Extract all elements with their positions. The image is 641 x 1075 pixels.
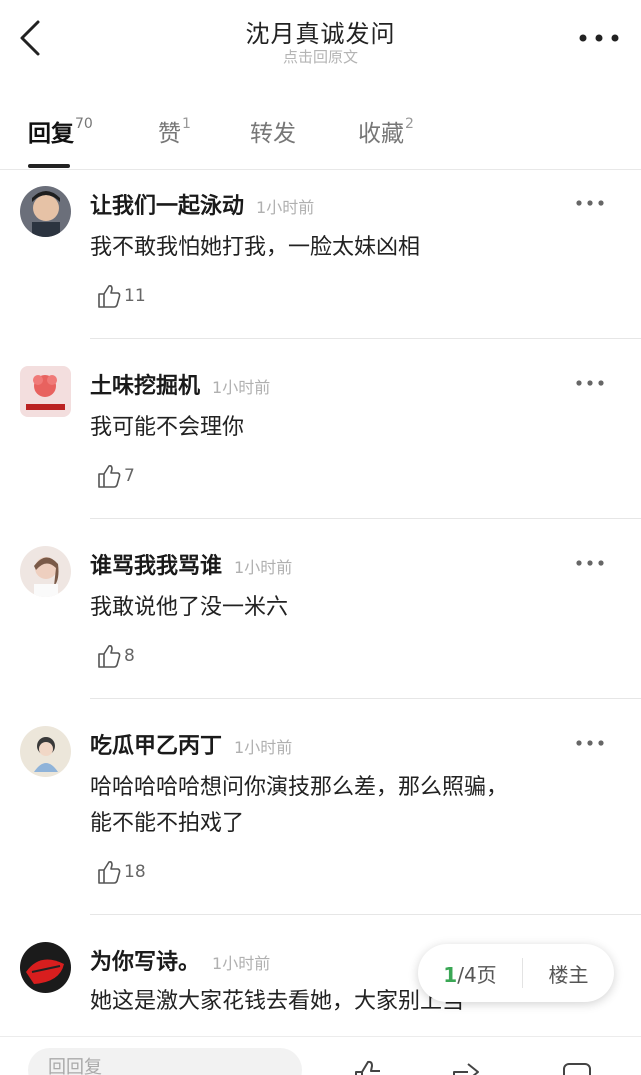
tab-likes-count: 1 bbox=[182, 116, 191, 132]
tab-replies[interactable]: 回复70 bbox=[28, 114, 93, 148]
back-to-original-link[interactable]: 点击回原文 bbox=[0, 46, 641, 67]
divider bbox=[90, 518, 641, 519]
reply-input[interactable]: 回回复 bbox=[28, 1048, 302, 1075]
tab-reposts[interactable]: 转发 bbox=[250, 114, 297, 148]
comment-time: 1小时前 bbox=[256, 198, 315, 217]
avatar[interactable] bbox=[20, 546, 71, 597]
avatar[interactable] bbox=[20, 186, 71, 237]
page-title: 沈月真诚发问 bbox=[245, 20, 396, 48]
thumbs-up-icon bbox=[98, 465, 121, 488]
thumbs-up-icon bbox=[98, 861, 121, 884]
only-op-button[interactable]: 楼主 bbox=[523, 959, 614, 988]
divider bbox=[90, 914, 641, 915]
thumbs-up-icon bbox=[98, 285, 121, 308]
like-button[interactable]: 11 bbox=[96, 282, 146, 310]
comment-username[interactable]: 吃瓜甲乙丙丁 1小时前 bbox=[90, 728, 292, 760]
comment-more-icon[interactable] bbox=[575, 738, 605, 748]
comment-text: 我可能不会理你 bbox=[90, 415, 245, 440]
comment-text: 我不敢我怕她打我，一脸太妹凶相 bbox=[90, 235, 421, 260]
comment-icon[interactable] bbox=[560, 1058, 594, 1075]
divider bbox=[90, 698, 641, 699]
like-count: 7 bbox=[124, 466, 135, 486]
page-indicator[interactable]: 1/4页 bbox=[418, 959, 522, 988]
comment-username[interactable]: 为你写诗。 1小时前 bbox=[90, 944, 270, 976]
like-button[interactable]: 7 bbox=[96, 462, 135, 490]
thumbs-up-icon[interactable] bbox=[352, 1058, 386, 1075]
like-count: 8 bbox=[124, 646, 135, 666]
more-options-icon[interactable] bbox=[577, 24, 621, 52]
current-page: 1 bbox=[443, 962, 458, 987]
comment-text: 哈哈哈哈哈想问你演技那么差，那么照骗， 能不能不拍戏了 bbox=[90, 775, 509, 836]
total-pages: /4页 bbox=[457, 962, 497, 987]
active-tab-indicator bbox=[28, 164, 70, 168]
tab-likes[interactable]: 赞1 bbox=[158, 114, 191, 148]
comment-text: 我敢说他了没一米六 bbox=[90, 595, 289, 620]
bottom-divider bbox=[0, 1036, 641, 1037]
like-count: 18 bbox=[124, 862, 146, 882]
like-button[interactable]: 8 bbox=[96, 642, 135, 670]
comment-username[interactable]: 谁骂我我骂谁 1小时前 bbox=[90, 548, 292, 580]
comment-username[interactable]: 土味挖掘机 1小时前 bbox=[90, 368, 270, 400]
tab-replies-count: 70 bbox=[75, 116, 93, 132]
divider bbox=[90, 338, 641, 339]
comment-username[interactable]: 让我们一起泳动 1小时前 bbox=[90, 188, 314, 220]
tab-bar: 回复70 赞1 转发 收藏2 bbox=[0, 100, 641, 170]
page-switcher: 1/4页 楼主 bbox=[418, 944, 614, 1002]
tab-favorites[interactable]: 收藏2 bbox=[358, 114, 414, 148]
comment-time: 1小时前 bbox=[212, 954, 271, 973]
avatar[interactable] bbox=[20, 942, 71, 993]
thumbs-up-icon bbox=[98, 645, 121, 668]
like-button[interactable]: 18 bbox=[96, 858, 146, 886]
comment-more-icon[interactable] bbox=[575, 558, 605, 568]
avatar[interactable] bbox=[20, 726, 71, 777]
comment-more-icon[interactable] bbox=[575, 378, 605, 388]
comment-time: 1小时前 bbox=[234, 558, 293, 577]
share-icon[interactable] bbox=[448, 1058, 482, 1075]
like-count: 11 bbox=[124, 286, 146, 306]
comment-more-icon[interactable] bbox=[575, 198, 605, 208]
comment-time: 1小时前 bbox=[234, 738, 293, 757]
tab-favorites-count: 2 bbox=[405, 116, 414, 132]
avatar[interactable] bbox=[20, 366, 71, 417]
comment-time: 1小时前 bbox=[212, 378, 271, 397]
bottom-bar: 回回复 bbox=[0, 1036, 641, 1075]
top-bar: 沈月真诚发问 点击回原文 bbox=[0, 0, 641, 78]
